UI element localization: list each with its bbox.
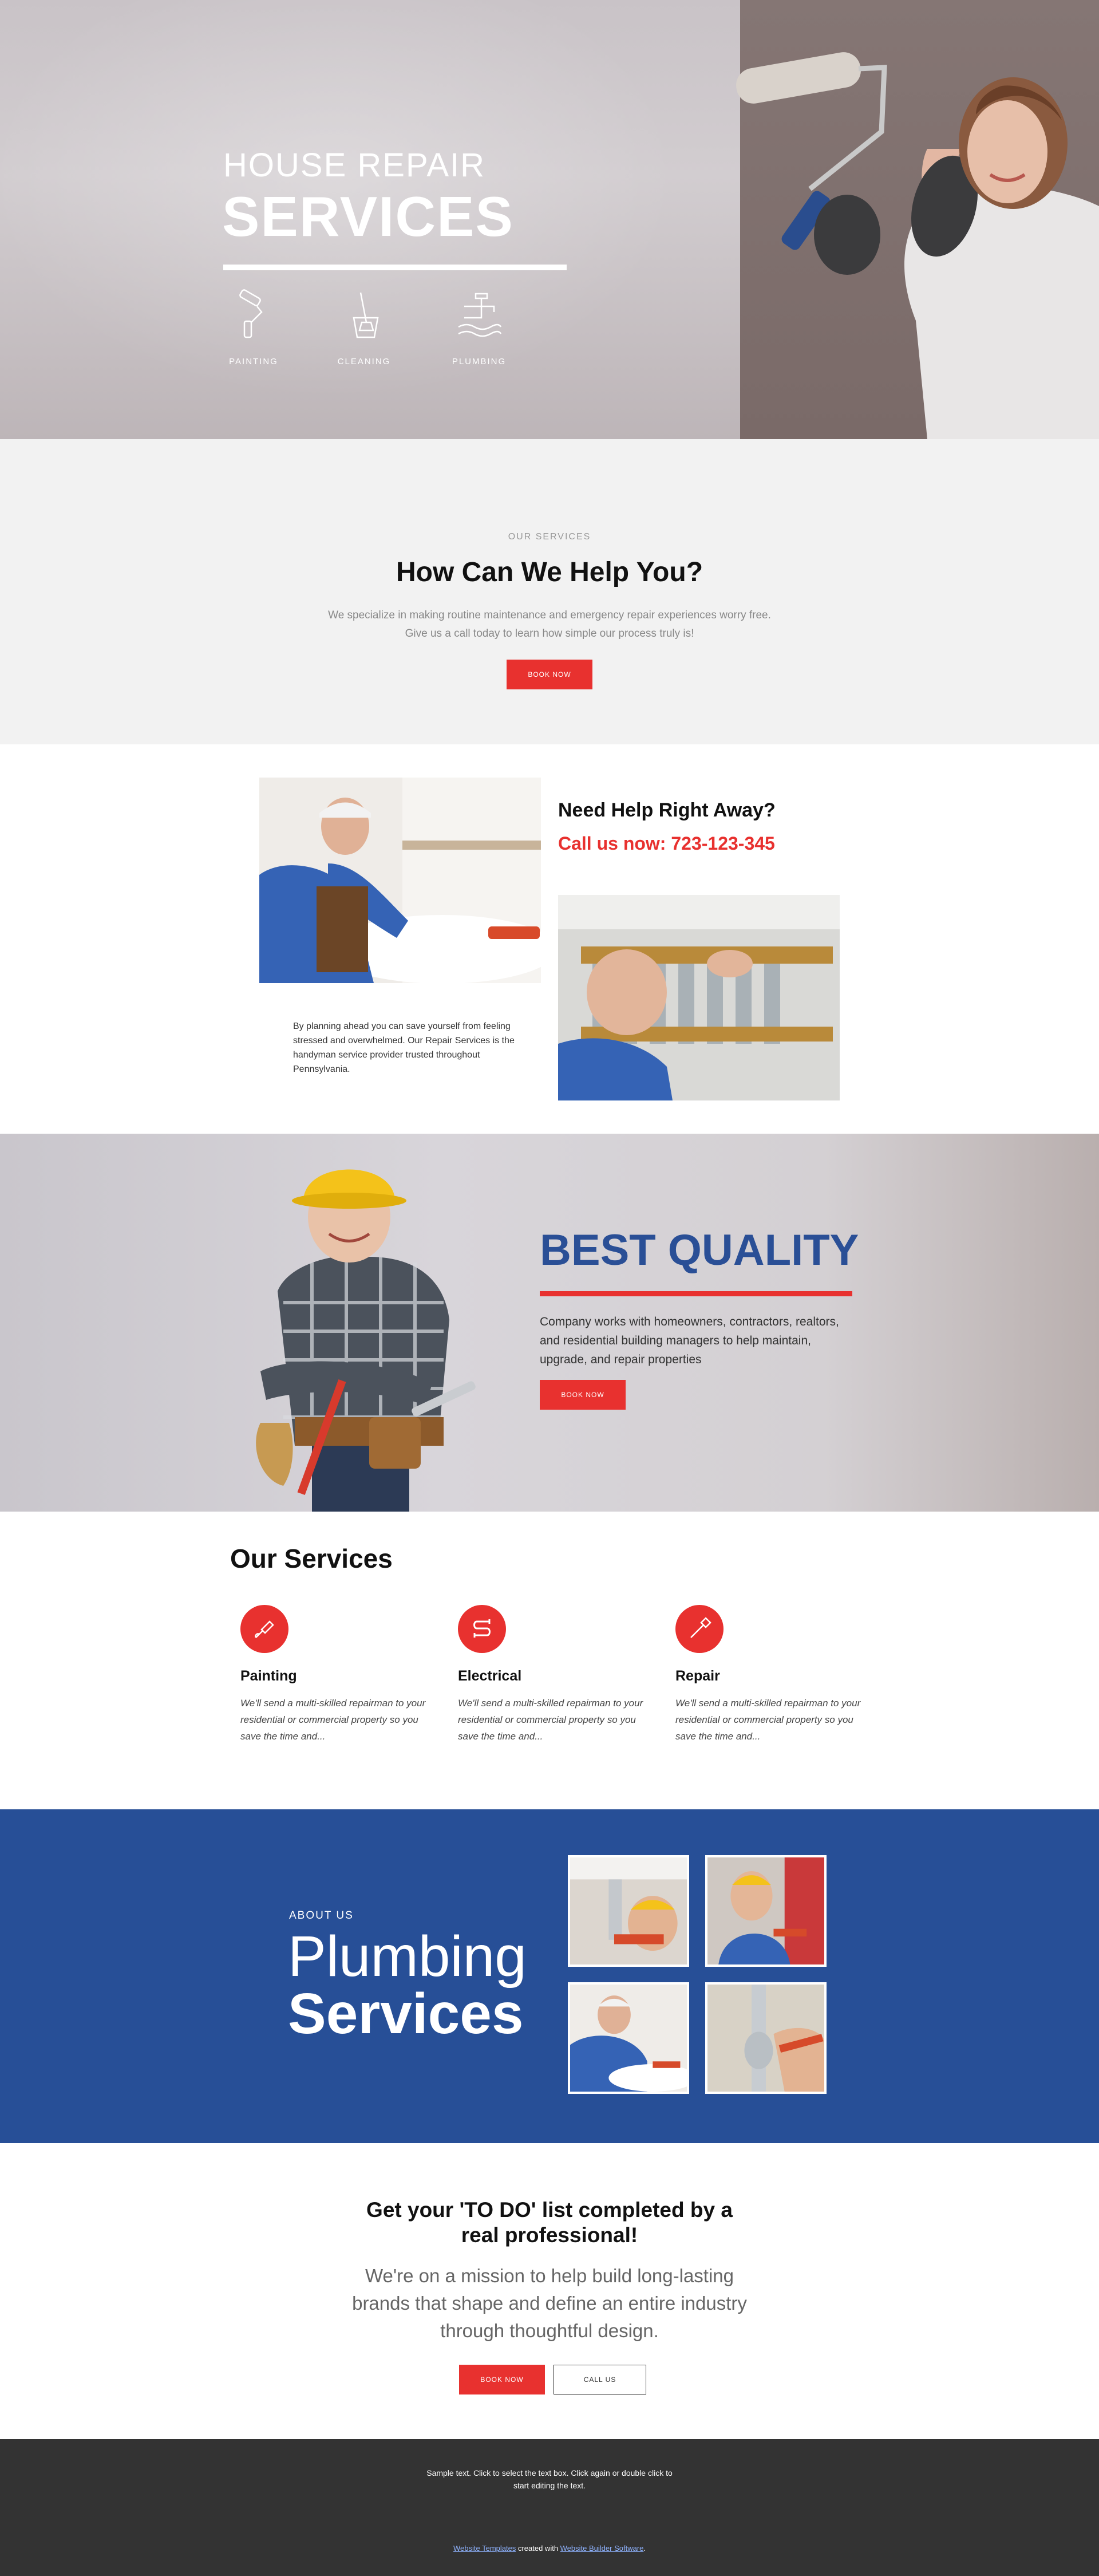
service-name: Painting [240, 1668, 297, 1684]
mop-bucket-icon [353, 292, 379, 338]
book-now-button[interactable]: BOOK NOW [507, 660, 592, 689]
help-section: OUR SERVICES How Can We Help You? We spe… [0, 439, 1099, 744]
plumbing-photo-1 [568, 1855, 689, 1967]
plumber-sink-photo [259, 778, 541, 983]
hero-section: HOUSE REPAIR SERVICES PAINTING CLEANING … [0, 0, 1099, 439]
plumber-pipes-photo [558, 895, 840, 1100]
service-icon-circle [458, 1605, 506, 1653]
todo-text: We're on a mission to help build long-la… [352, 2265, 747, 2341]
todo-cta-section: Get your 'TO DO' list completed by a rea… [0, 2143, 1099, 2439]
book-now-button[interactable]: BOOK NOW [459, 2365, 545, 2394]
book-now-button[interactable]: BOOK NOW [540, 1380, 626, 1410]
screwdriver-icon [690, 1617, 711, 1638]
footer-credit-middle: created with [516, 2544, 560, 2553]
help-text: We specialize in making routine maintena… [328, 609, 771, 640]
service-icon-circle [675, 1605, 724, 1653]
need-help-text: By planning ahead you can save yourself … [293, 1021, 515, 1074]
help-kicker: OUR SERVICES [508, 532, 591, 542]
hero-service-label: PAINTING [229, 357, 278, 366]
our-services-section: Our Services Painting We'll send a multi… [0, 1512, 1099, 1809]
need-help-title: Need Help Right Away? [558, 799, 776, 821]
about-us-kicker: ABOUT US [289, 1910, 354, 1922]
service-icon-circle [240, 1605, 288, 1653]
footer: Sample text. Click to select the text bo… [0, 2439, 1099, 2576]
plumbing-title-bold: Services [288, 1982, 524, 2046]
brush-icon [255, 1620, 274, 1638]
service-name: Electrical [458, 1668, 522, 1684]
plumbing-section: ABOUT US Plumbing Services [0, 1809, 1099, 2143]
faucet-icon [458, 293, 502, 337]
hero-title-small: HOUSE REPAIR [223, 147, 486, 184]
service-card-painting[interactable]: Painting We'll send a multi-skilled repa… [240, 1605, 429, 1745]
call-us-button[interactable]: CALL US [554, 2365, 646, 2394]
hero-underline [223, 265, 567, 270]
paint-roller-icon [239, 289, 263, 338]
plumbing-photo-3 [568, 1982, 689, 2094]
best-quality-underline [540, 1291, 852, 1296]
website-templates-link[interactable]: Website Templates [453, 2544, 516, 2553]
help-title: How Can We Help You? [396, 557, 703, 587]
footer-sample-text: Sample text. Click to select the text bo… [426, 2468, 673, 2490]
footer-credit: Website Templates created with Website B… [0, 2544, 1099, 2553]
service-description: We'll send a multi-skilled repairman to … [675, 1698, 861, 1742]
hero-service-label: PLUMBING [452, 357, 507, 366]
plumbing-photo-2 [705, 1855, 827, 1967]
our-services-title: Our Services [230, 1544, 393, 1573]
todo-title: Get your 'TO DO' list completed by a rea… [366, 2198, 733, 2247]
hero-service-plumbing[interactable]: PLUMBING [448, 289, 511, 366]
service-card-electrical[interactable]: Electrical We'll send a multi-skilled re… [458, 1605, 647, 1745]
hero-service-painting[interactable]: PAINTING [222, 289, 285, 366]
best-quality-title: BEST QUALITY [540, 1226, 859, 1275]
website-builder-link[interactable]: Website Builder Software [560, 2544, 644, 2553]
plumbing-photo-4 [705, 1982, 827, 2094]
electrical-icon [473, 1619, 491, 1638]
best-quality-section: BEST QUALITY Company works with homeowne… [0, 1134, 1099, 1512]
plumbing-title-light: Plumbing [288, 1924, 527, 1989]
service-card-repair[interactable]: Repair We'll send a multi-skilled repair… [675, 1605, 864, 1745]
hero-title-large: SERVICES [222, 185, 514, 248]
best-quality-text: Company works with homeowners, contracto… [540, 1315, 839, 1366]
service-description: We'll send a multi-skilled repairman to … [458, 1698, 643, 1742]
hero-service-label: CLEANING [337, 357, 391, 366]
handyman-worker-photo [256, 1169, 476, 1512]
need-help-section: Need Help Right Away? Call us now: 723-1… [0, 744, 1099, 1134]
service-name: Repair [675, 1668, 720, 1684]
painter-woman-photo [736, 52, 1099, 439]
hero-service-cleaning[interactable]: CLEANING [333, 289, 396, 366]
call-us-phone[interactable]: Call us now: 723-123-345 [558, 833, 775, 854]
footer-credit-end: . [643, 2544, 646, 2553]
service-description: We'll send a multi-skilled repairman to … [240, 1698, 426, 1742]
